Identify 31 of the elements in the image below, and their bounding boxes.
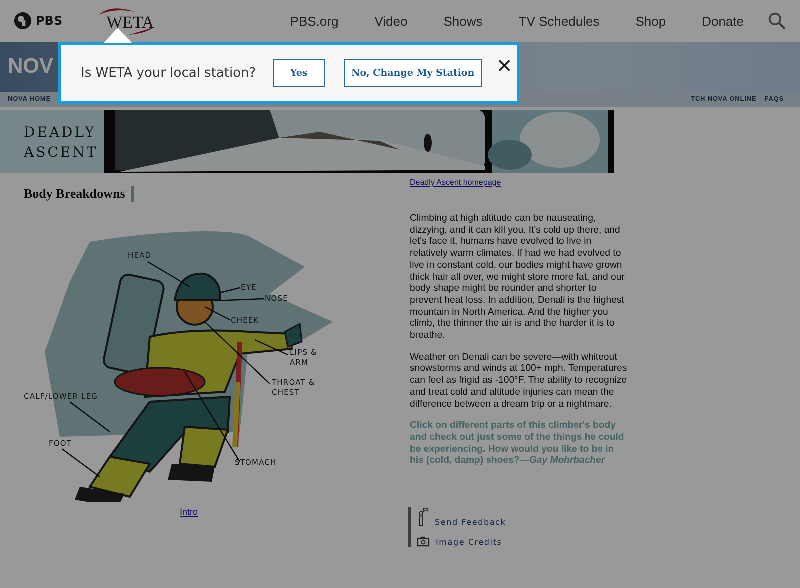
leader-line xyxy=(62,448,100,478)
leader-line xyxy=(220,287,240,294)
search-icon[interactable] xyxy=(768,12,786,30)
nav-link[interactable]: Donate xyxy=(702,14,744,28)
pbs-head-icon[interactable] xyxy=(14,12,32,30)
banner-title: DEADLY xyxy=(24,124,98,143)
section-heading: Body Breakdowns xyxy=(24,186,126,202)
popup-button[interactable]: No, Change My Station xyxy=(344,59,482,87)
intro-link[interactable]: Intro xyxy=(180,507,198,517)
callout-paragraph: Click on different parts of this climber's body and check out just some of the things he could be experiencing. How would you like to be in his (cold, damp) shoes?—Gay Mohrbacher xyxy=(410,420,626,468)
close-button[interactable]: × xyxy=(492,55,517,75)
leader-line xyxy=(214,298,264,302)
banner-title: ASCENT xyxy=(24,144,98,163)
homepage-link[interactable]: Deadly Ascent homepage xyxy=(410,178,628,187)
camera-icon xyxy=(417,536,430,548)
nav-link[interactable]: Shows xyxy=(444,14,483,28)
popup-question: Is WETA your local station? xyxy=(81,66,256,80)
nav-link[interactable]: Video xyxy=(374,14,408,28)
nav-link[interactable]: PBS.org xyxy=(290,14,339,28)
popup-button[interactable]: Yes xyxy=(273,59,325,87)
footer-link[interactable]: Image Credits xyxy=(436,538,502,548)
person-speech-icon xyxy=(417,507,429,528)
body-paragraph: Climbing at high altitude can be nauseating, dizzying, and it can kill you. It's cold up there, and let's face it, humans have evolved to live in relatively warm climates. If had we had evolved to live in constant cold, our bodies might have grown thick hair all over, we might store more fat, and our body shape might be rounder and shorter to prevent heat loss. In addition, Denali is the highest mountain in North America. And the higher you climb, the thinner the air is and the harder it is to breathe. xyxy=(410,213,626,342)
footer-link[interactable]: Send Feedback xyxy=(435,518,506,528)
leader-line xyxy=(148,261,190,288)
leader-line xyxy=(70,402,110,432)
nova-logo-text[interactable]: NOV xyxy=(8,55,54,79)
nav-link[interactable]: Shop xyxy=(636,14,666,28)
pbs-logo-text[interactable]: PBS xyxy=(36,14,63,28)
body-paragraph: Weather on Denali can be severe—with whiteout snowstorms and winds at 100+ mph. Temperatures can feel as frigid as -100°F. The ability to recognize and treat cold and altitude injuries can mean the difference between a dream trip or a nightmare. xyxy=(410,352,628,410)
nav-link[interactable]: TV Schedules xyxy=(518,14,600,28)
